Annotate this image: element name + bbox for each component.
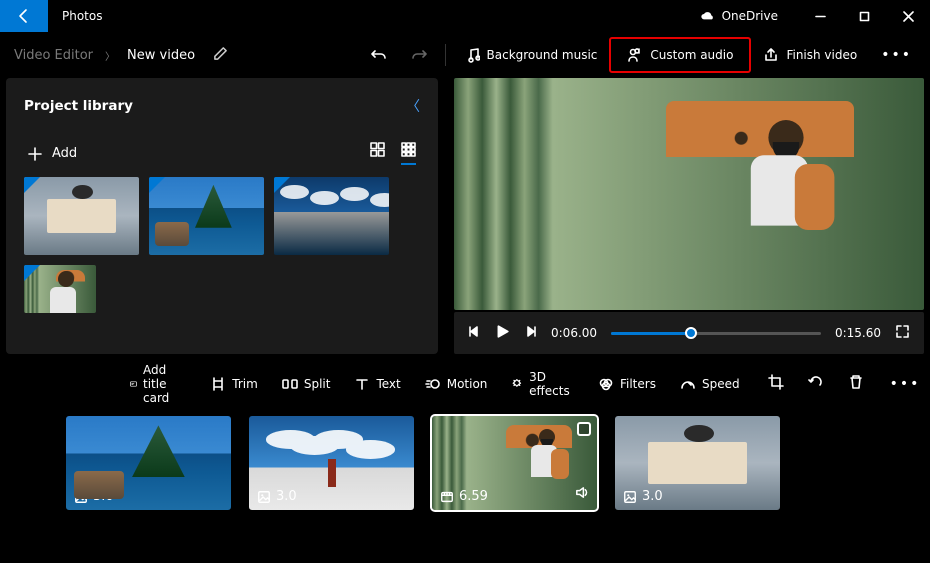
motion-icon <box>425 376 441 392</box>
breadcrumb-parent[interactable]: Video Editor <box>14 48 93 63</box>
app-title: Photos <box>62 9 102 23</box>
custom-audio-highlight: Custom audio <box>609 37 751 73</box>
motion-button[interactable]: Motion <box>415 371 498 397</box>
editor-toolbar: Video Editor 〉 New video Background musi… <box>0 32 930 78</box>
playback-bar: 0:06.00 0:15.60 <box>454 312 924 354</box>
storyboard-clip[interactable]: 3.0 <box>66 416 231 510</box>
trim-button[interactable]: Trim <box>200 371 268 397</box>
storyboard-toolbar: Add title card Trim Split Text Motion 3D… <box>0 354 930 400</box>
total-time: 0:15.60 <box>835 326 881 340</box>
rename-button[interactable] <box>213 46 228 65</box>
clip-checkbox[interactable] <box>577 422 591 436</box>
chevron-right-icon: 〉 <box>105 48 115 63</box>
speed-icon <box>680 376 696 392</box>
breadcrumb: Video Editor 〉 New video <box>14 48 195 63</box>
current-time: 0:06.00 <box>551 326 597 340</box>
effects-icon <box>511 376 523 392</box>
plus-icon <box>28 147 42 161</box>
storyboard-clip[interactable]: 3.0 <box>615 416 780 510</box>
3d-effects-button[interactable]: 3D effects <box>501 365 584 403</box>
library-thumb[interactable] <box>274 177 389 255</box>
minimize-button[interactable] <box>798 0 842 32</box>
project-library-panel: Project library 〈 Add <box>6 78 438 354</box>
view-small-button[interactable] <box>401 142 416 165</box>
cloud-icon <box>700 11 716 21</box>
trim-icon <box>210 376 226 392</box>
library-thumb[interactable] <box>24 177 139 255</box>
clip-duration: 3.0 <box>276 489 297 504</box>
close-button[interactable] <box>886 0 930 32</box>
split-icon <box>282 376 298 392</box>
clip-duration: 6.59 <box>459 489 488 504</box>
image-icon <box>623 490 637 504</box>
onedrive-label: OneDrive <box>722 9 778 23</box>
play-button[interactable] <box>495 324 510 343</box>
title-bar: Photos OneDrive <box>0 0 930 32</box>
storyboard-clip[interactable]: 3.0 <box>249 416 414 510</box>
audio-settings-icon <box>627 47 643 63</box>
video-preview[interactable] <box>454 78 924 310</box>
add-media-button[interactable]: Add <box>28 146 77 161</box>
custom-audio-button[interactable]: Custom audio <box>615 41 745 69</box>
delete-button[interactable] <box>838 369 874 399</box>
filters-button[interactable]: Filters <box>588 371 666 397</box>
undo-button[interactable] <box>359 41 399 69</box>
clip-duration: 3.0 <box>93 489 114 504</box>
more-button[interactable]: ••• <box>869 47 924 63</box>
library-thumb[interactable] <box>149 177 264 255</box>
storyboard: 3.0 3.0 6.59 3.0 <box>0 400 930 510</box>
prev-frame-button[interactable] <box>468 325 481 342</box>
speed-button[interactable]: Speed <box>670 371 750 397</box>
finish-video-button[interactable]: Finish video <box>751 41 869 69</box>
image-icon <box>257 490 271 504</box>
onedrive-button[interactable]: OneDrive <box>700 9 778 23</box>
filters-icon <box>598 376 614 392</box>
video-icon <box>440 490 454 504</box>
clip-duration: 3.0 <box>642 489 663 504</box>
rotate-button[interactable] <box>798 369 834 399</box>
background-music-button[interactable]: Background music <box>452 41 610 69</box>
library-thumb[interactable] <box>24 265 96 313</box>
back-button[interactable] <box>0 0 48 32</box>
maximize-button[interactable] <box>842 0 886 32</box>
collapse-library-button[interactable]: 〈 <box>406 96 420 116</box>
storyboard-clip-selected[interactable]: 6.59 <box>432 416 597 510</box>
redo-button[interactable] <box>399 41 439 69</box>
split-button[interactable]: Split <box>272 371 341 397</box>
clip-audio-icon[interactable] <box>574 485 589 504</box>
title-card-icon <box>130 376 137 392</box>
breadcrumb-current[interactable]: New video <box>127 48 195 63</box>
library-title: Project library <box>24 98 133 114</box>
export-icon <box>763 47 779 63</box>
image-icon <box>74 490 88 504</box>
text-button[interactable]: Text <box>344 371 410 397</box>
music-icon <box>464 47 480 63</box>
preview-panel: 0:06.00 0:15.60 <box>454 78 924 354</box>
seek-slider[interactable] <box>611 332 821 335</box>
fullscreen-button[interactable] <box>895 324 910 343</box>
storyboard-more-button[interactable]: ••• <box>878 376 930 392</box>
next-frame-button[interactable] <box>524 325 537 342</box>
crop-button[interactable] <box>758 369 794 399</box>
view-large-button[interactable] <box>370 142 385 165</box>
text-icon <box>354 376 370 392</box>
add-title-card-button[interactable]: Add title card <box>120 358 188 410</box>
